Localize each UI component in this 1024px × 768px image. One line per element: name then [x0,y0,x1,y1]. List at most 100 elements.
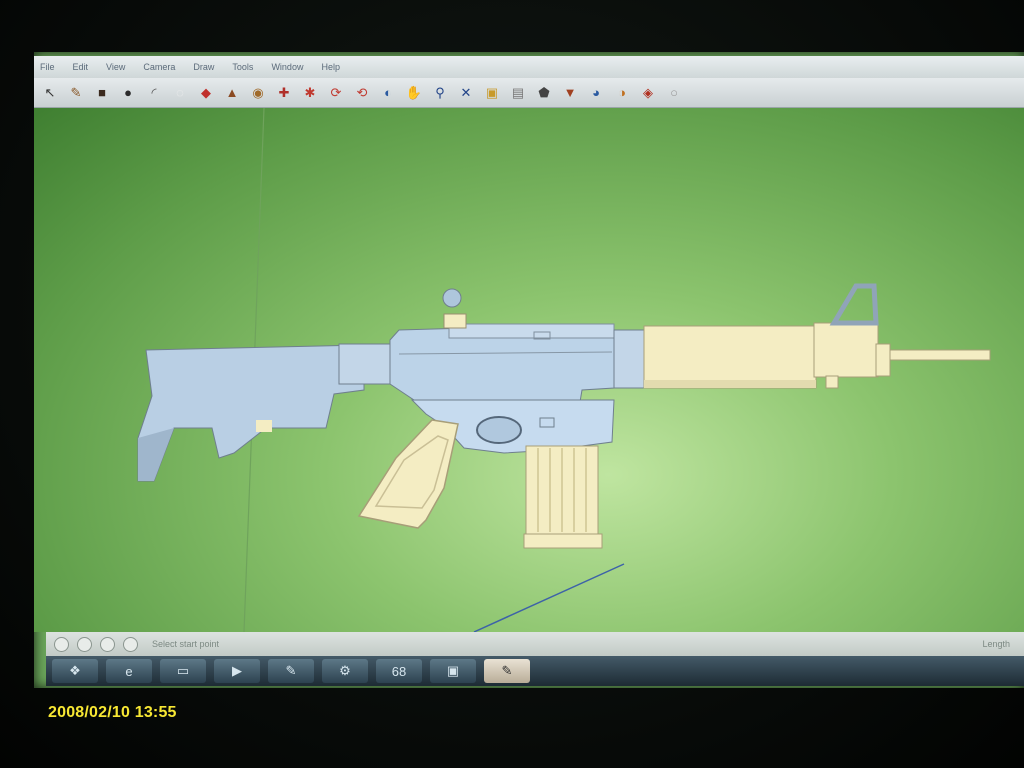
front-sight-post [829,283,879,326]
credits-icon[interactable] [77,636,92,652]
handguard [643,325,817,389]
pan-button[interactable]: ✋ [404,83,424,103]
orbit-icon: ◐ [384,85,392,100]
top-rail [448,323,615,339]
menu-file[interactable]: File [40,62,55,72]
push-pull-button[interactable]: ▲ [222,83,242,103]
menu-camera[interactable]: Camera [143,62,175,72]
window-task-icon: ▣ [446,663,460,678]
rotate-icon: ✱ [304,84,316,100]
pan-icon: ✋ [405,84,423,100]
follow-me-button[interactable]: ◉ [248,83,268,103]
zoom-button[interactable]: ⚲ [430,83,450,103]
counter-task: 68 [391,663,407,679]
front-view-button[interactable]: ⬟ [534,83,554,103]
menu-help[interactable]: Help [321,62,340,72]
help-icon: ○ [670,85,678,100]
measurements-label: Length [982,639,1010,649]
eraser-icon: ◌ [176,85,184,100]
counter-task[interactable]: 68 [376,659,422,683]
rectangle-button[interactable]: ■ [92,83,112,103]
tool-task-button[interactable]: ✎ [268,659,314,683]
camera-timestamp: 2008/02/10 13:55 [48,704,177,721]
blue-axis-line [473,563,625,632]
app-task-button[interactable]: ⚙ [322,659,368,683]
menu-window[interactable]: Window [271,62,303,72]
iso-view-button[interactable]: ▣ [482,83,502,103]
menu-draw[interactable]: Draw [193,62,214,72]
status-bar: Select start point Length [46,632,1024,656]
rotate-button[interactable]: ✱ [300,83,320,103]
menu-bar: File Edit View Camera Draw Tools Window Help [34,56,1024,78]
walk-icon: ▼ [563,85,577,100]
sketchup-task-button[interactable]: ✎ [484,659,530,683]
paint-bucket-button[interactable]: ◆ [196,83,216,103]
explorer-task-icon: ▭ [176,663,190,678]
select-arrow-icon: ↖ [44,84,56,100]
menu-edit[interactable]: Edit [73,62,89,72]
zoom-icon: ⚲ [435,84,445,100]
circle-button[interactable]: ● [118,83,138,103]
user-icon[interactable] [100,636,115,652]
status-hint: Select start point [152,639,220,649]
front-view-icon: ⬟ [538,84,550,100]
ie-task-button[interactable]: e [106,659,152,683]
app-task-icon: ⚙ [339,663,351,678]
sling-loop [256,420,272,432]
move-icon: ✚ [278,84,290,100]
ie-task-icon: e [125,663,133,679]
select-arrow-button[interactable]: ↖ [40,83,60,103]
circle-icon: ● [124,85,132,100]
monitor-screen: File Edit View Camera Draw Tools Window Help ↖ ✎… [34,52,1024,688]
help-button[interactable]: ○ [664,83,684,103]
pencil-icon: ✎ [70,84,82,100]
components-icon: ◈ [643,84,653,100]
orbit-button[interactable]: ◐ [378,83,398,103]
eraser-button[interactable]: ◌ [170,83,190,103]
barrel [889,349,991,361]
menu-view[interactable]: View [106,62,125,72]
magazine-base [523,533,603,549]
start-button-button[interactable]: ❖ [52,659,98,683]
rifle-model [137,108,991,632]
handguard-shade [644,380,816,388]
window-task-button[interactable]: ▣ [430,659,476,683]
look-around-icon: ◕ [592,85,600,100]
section-plane-button[interactable]: ◑ [612,83,632,103]
trigger-guard [476,416,522,444]
media-task-icon: ▶ [232,663,242,678]
top-view-button[interactable]: ▤ [508,83,528,103]
look-around-button[interactable]: ◕ [586,83,606,103]
scale-icon: ⟳ [330,84,342,100]
gas-block [875,343,891,377]
front-sight-block [813,322,879,378]
iso-view-icon: ▣ [485,84,499,100]
scale-button[interactable]: ⟳ [326,83,346,103]
zoom-extents-button[interactable]: ✕ [456,83,476,103]
push-pull-icon: ▲ [225,85,239,100]
offset-icon: ⟲ [356,84,368,100]
move-button[interactable]: ✚ [274,83,294,103]
follow-me-icon: ◉ [252,84,264,100]
menu-tools[interactable]: Tools [232,62,253,72]
arc-button[interactable]: ◜ [144,83,164,103]
delta-ring [613,329,647,389]
geo-location-icon[interactable] [54,636,69,652]
media-task-button[interactable]: ▶ [214,659,260,683]
rectangle-icon: ■ [98,85,106,100]
sketchup-task-icon: ✎ [501,663,513,678]
pencil-button[interactable]: ✎ [66,83,86,103]
offset-button[interactable]: ⟲ [352,83,372,103]
components-button[interactable]: ◈ [638,83,658,103]
paint-bucket-icon: ◆ [201,84,211,100]
help-circle-icon[interactable] [123,636,138,652]
main-toolbar: ↖ ✎ ■ ● ◜ ◌ ◆ ▲ ◉ ✚ ✱ ⟳ ⟲ ◐ ✋ ⚲ ✕ ▣ ▤ ⬟ ▼ ◕ ◑ ◈ ○ [34,78,1024,108]
walk-button[interactable]: ▼ [560,83,580,103]
explorer-task-button[interactable]: ▭ [160,659,206,683]
pistol-grip [357,419,459,529]
section-plane-icon: ◑ [618,85,626,100]
start-button-icon: ❖ [69,663,81,678]
rear-sight [443,313,467,329]
drawing-viewport[interactable] [34,108,1024,632]
arc-icon: ◜ [151,84,157,100]
